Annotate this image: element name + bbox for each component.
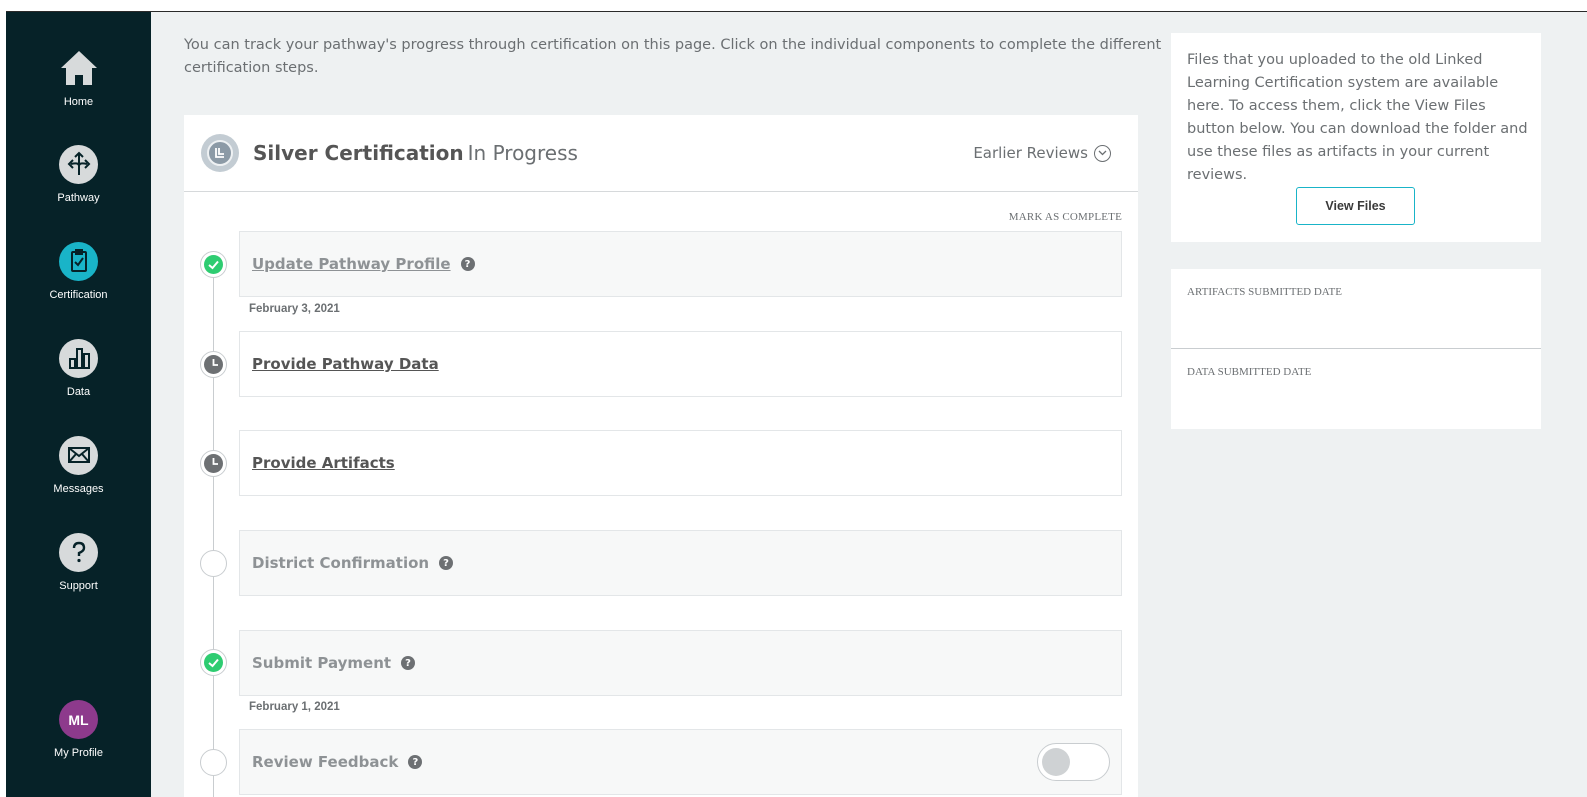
data-submitted-label: DATA SUBMITTED DATE — [1187, 366, 1312, 378]
step-date: February 3, 2021 — [249, 303, 340, 315]
step-label[interactable]: Provide Pathway Data — [252, 355, 439, 373]
step-district-confirmation[interactable]: District Confirmation ? — [239, 530, 1122, 596]
step-pending-clock-icon — [200, 351, 227, 378]
toggle-knob — [1042, 748, 1070, 776]
app-frame: Home Pathway Certification Data Messages… — [6, 11, 1587, 797]
submission-dates-card: ARTIFACTS SUBMITTED DATE DATA SUBMITTED … — [1171, 269, 1541, 429]
sidebar-item-label: Messages — [53, 483, 104, 495]
earlier-reviews-label: Earlier Reviews — [973, 144, 1088, 162]
sidebar-item-my-profile[interactable]: ML My Profile — [6, 700, 151, 759]
help-icon[interactable]: ? — [460, 257, 475, 271]
help-icon[interactable]: ? — [439, 556, 454, 570]
sidebar-item-data[interactable]: Data — [6, 338, 151, 398]
earlier-reviews-dropdown[interactable]: Earlier Reviews — [973, 144, 1111, 162]
step-date: February 1, 2021 — [249, 701, 340, 713]
avatar: ML — [59, 700, 98, 739]
step-label: District Confirmation — [252, 554, 430, 572]
certification-icon — [59, 241, 98, 281]
artifacts-submitted-date: ARTIFACTS SUBMITTED DATE — [1171, 269, 1541, 349]
messages-icon — [59, 435, 98, 475]
step-label: Review Feedback — [252, 753, 399, 771]
step-provide-pathway-data[interactable]: Provide Pathway Data — [239, 331, 1122, 397]
artifacts-submitted-label: ARTIFACTS SUBMITTED DATE — [1187, 286, 1342, 298]
sidebar-item-certification[interactable]: Certification — [6, 241, 151, 301]
pathway-icon — [59, 144, 98, 184]
sidebar-item-label: Home — [63, 96, 94, 108]
help-icon[interactable]: ? — [401, 656, 416, 670]
certification-header: Silver Certification In Progress Earlier … — [184, 115, 1138, 192]
step-complete-icon — [200, 251, 227, 278]
step-label[interactable]: Provide Artifacts — [252, 454, 395, 472]
chevron-down-icon — [1094, 144, 1111, 162]
mark-as-complete-button[interactable]: MARK AS COMPLETE — [1009, 211, 1122, 223]
sidebar-item-label: Certification — [49, 289, 108, 301]
home-icon — [59, 48, 99, 88]
step-label[interactable]: Update Pathway Profile — [252, 255, 451, 273]
certification-name: Silver Certification — [253, 141, 464, 165]
sidebar-item-pathway[interactable]: Pathway — [6, 144, 151, 204]
sidebar: Home Pathway Certification Data Messages… — [6, 12, 151, 797]
sidebar-item-support[interactable]: Support — [6, 532, 151, 592]
step-update-pathway-profile[interactable]: Update Pathway Profile ? — [239, 231, 1122, 297]
step-review-feedback[interactable]: Review Feedback ? — [239, 729, 1122, 795]
timeline-line — [213, 265, 214, 797]
step-not-started-icon — [200, 749, 227, 776]
sidebar-item-label: Support — [59, 580, 98, 592]
mark-complete-toggle[interactable] — [1037, 743, 1110, 781]
step-label: Submit Payment — [252, 654, 392, 672]
support-icon — [59, 532, 98, 572]
help-icon[interactable]: ? — [408, 755, 423, 769]
legacy-files-card: Files that you uploaded to the old Linke… — [1171, 33, 1541, 242]
legacy-files-text: Files that you uploaded to the old Linke… — [1187, 52, 1528, 183]
data-submitted-date: DATA SUBMITTED DATE — [1171, 349, 1541, 428]
sidebar-item-label: Data — [66, 386, 91, 398]
certification-badge-icon — [201, 134, 239, 172]
certification-status: In Progress — [467, 141, 578, 165]
sidebar-item-label: My Profile — [54, 747, 103, 759]
step-pending-clock-icon — [200, 450, 227, 477]
sidebar-item-home[interactable]: Home — [6, 48, 151, 108]
step-not-started-icon — [200, 550, 227, 577]
view-files-button[interactable]: View Files — [1296, 187, 1415, 225]
sidebar-item-messages[interactable]: Messages — [6, 435, 151, 495]
data-icon — [59, 338, 98, 378]
intro-text: You can track your pathway's progress th… — [184, 37, 1162, 76]
certification-title: Silver Certification In Progress — [253, 141, 578, 165]
certification-card: Silver Certification In Progress Earlier … — [184, 115, 1138, 797]
step-complete-icon — [200, 649, 227, 676]
step-provide-artifacts[interactable]: Provide Artifacts — [239, 430, 1122, 496]
step-submit-payment[interactable]: Submit Payment ? — [239, 630, 1122, 696]
sidebar-item-label: Pathway — [57, 192, 100, 204]
